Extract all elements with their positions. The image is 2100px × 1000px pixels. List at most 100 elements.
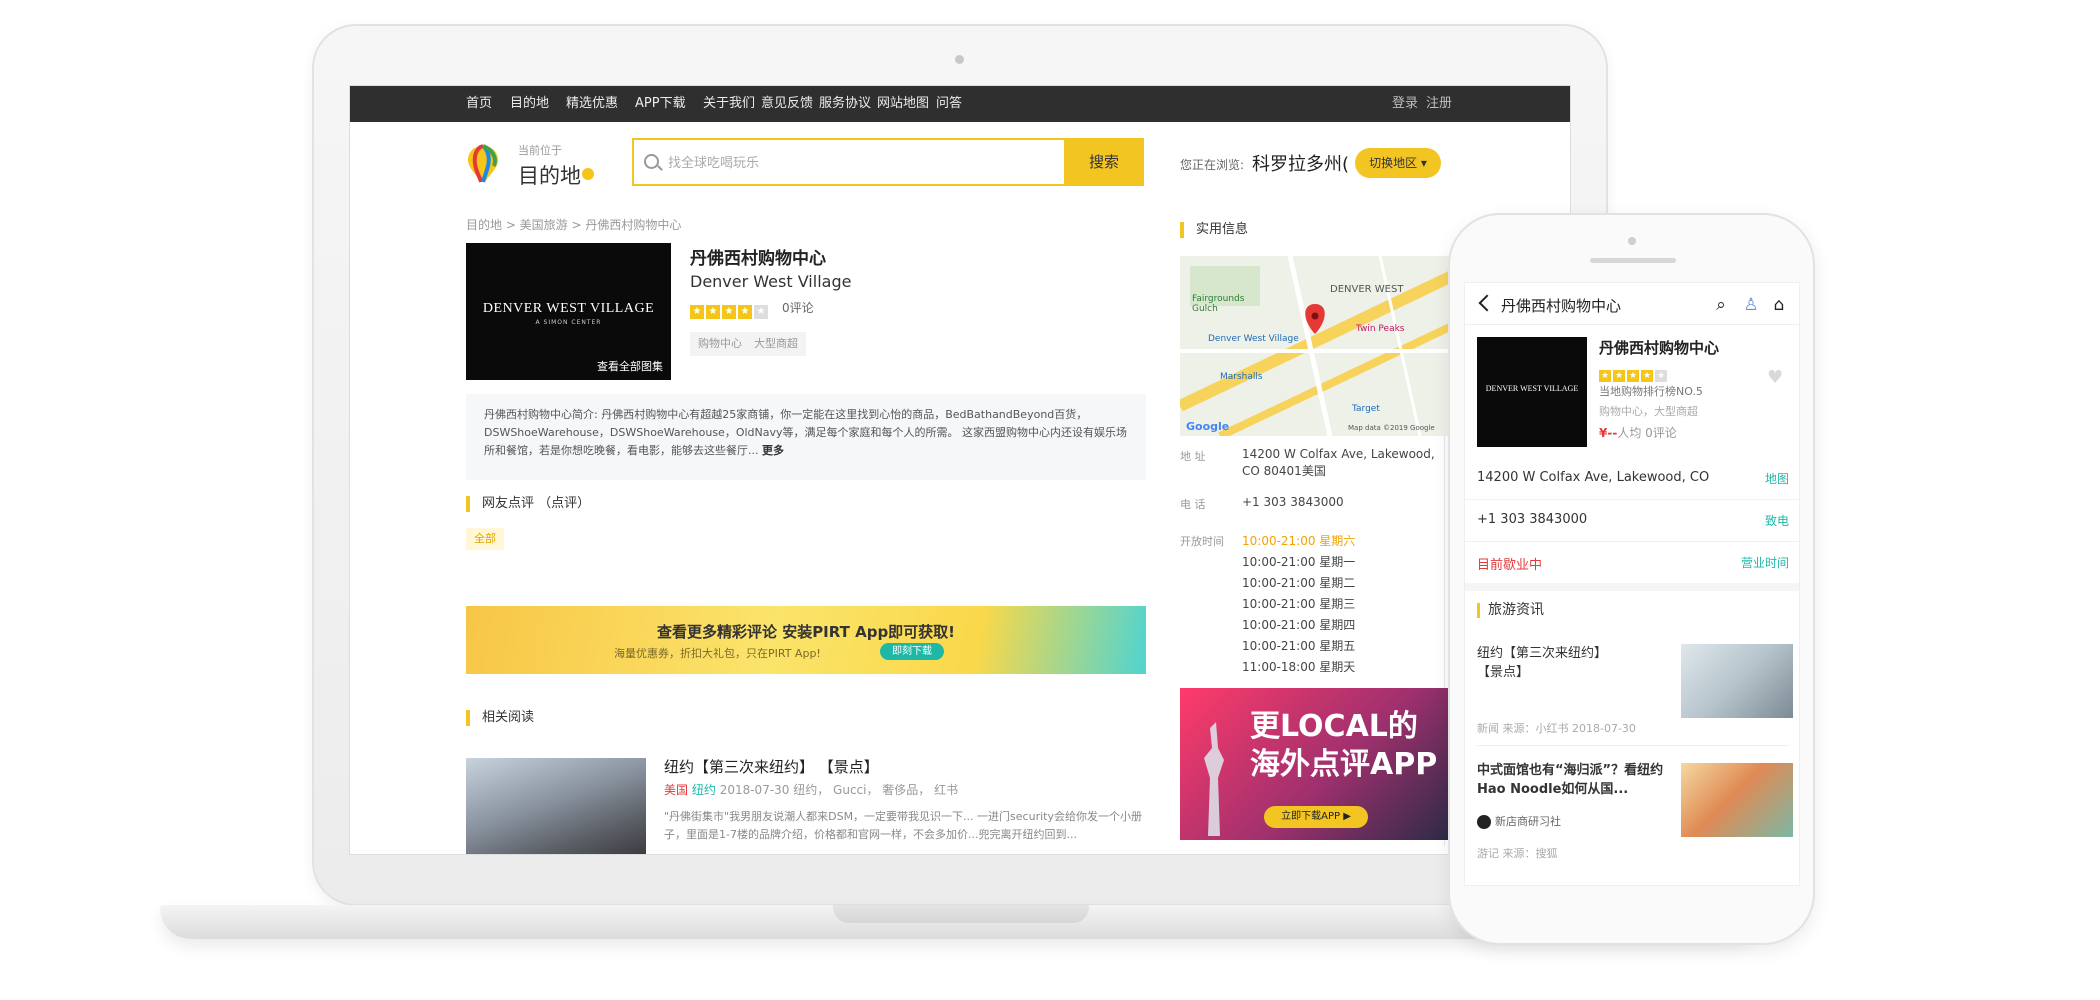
phone-value: +1 303 3843000 (1242, 495, 1344, 509)
map-label-target: Target (1352, 404, 1380, 414)
article-city[interactable]: 纽约 (692, 783, 716, 797)
star-empty-icon: ★ (1655, 370, 1667, 382)
nav-item-sitemap[interactable]: 网站地图 (877, 86, 929, 122)
hours-row: 10:00-21:00 星期二 (1242, 576, 1356, 590)
nav-item-feedback[interactable]: 意见反馈 (761, 86, 813, 122)
laptop-screen: 首页 目的地 精选优惠 APP下载 关于我们 意见反馈 服务协议 网站地图 问答… (349, 85, 1571, 855)
login-link[interactable]: 登录 (1392, 86, 1418, 122)
star-icon: ★ (706, 305, 720, 319)
news-1-meta: 新闻 来源：小红书 2018-07-30 (1477, 722, 1636, 735)
business-status: 目前歇业中 (1477, 558, 1543, 573)
user-icon[interactable]: ♙ (1741, 295, 1761, 315)
phone-store-image[interactable]: DENVER WEST VILLAGE (1477, 337, 1587, 447)
phone-address: 14200 W Colfax Ave, Lakewood, CO (1477, 470, 1710, 485)
laptop-notch (833, 905, 1089, 923)
hours-row: 10:00-21:00 星期四 (1242, 618, 1356, 632)
store-image-brand: DENVER WEST VILLAGE (482, 301, 655, 316)
store-image-brand-sub: A SIMON CENTER (535, 319, 602, 326)
google-logo: Google (1186, 420, 1230, 433)
location-title[interactable]: 目的地 (518, 160, 581, 190)
nav-item-qa[interactable]: 问答 (936, 86, 962, 122)
ad-title: 更LOCAL的海外点评APP (1250, 709, 1438, 782)
hours-row: 10:00-21:00 星期五 (1242, 639, 1356, 653)
map-label-marshalls: Marshalls (1220, 372, 1263, 382)
top-nav-bar: 首页 目的地 精选优惠 APP下载 关于我们 意见反馈 服务协议 网站地图 问答… (350, 86, 1570, 122)
address-value: 14200 W Colfax Ave, Lakewood, CO 80401美国 (1242, 447, 1435, 478)
map-label-fairgrounds: Fairgrounds Gulch (1192, 294, 1245, 314)
star-icon: ★ (1599, 370, 1611, 382)
address-label: 地 址 (1180, 450, 1206, 463)
nav-item-home[interactable]: 首页 (466, 86, 492, 122)
news-2-thumbnail[interactable] (1681, 763, 1793, 837)
app-promo-banner[interactable]: 查看更多精彩评论 安装PIRT App即可获取! 海量优惠券，折扣大礼包，只在P… (466, 606, 1146, 674)
hours-row: 10:00-21:00 星期三 (1242, 597, 1356, 611)
hours-link[interactable]: 营业时间 (1741, 554, 1789, 571)
article-title[interactable]: 纽约【第三次来纽约】 【景点】 (664, 756, 879, 777)
switch-region-button[interactable]: 切换地区 ▾ (1355, 148, 1441, 178)
nav-item-app-download[interactable]: APP下载 (635, 86, 686, 122)
nav-item-about[interactable]: 关于我们 (703, 86, 755, 122)
article-country[interactable]: 美国 (664, 783, 688, 797)
star-icon: ★ (1613, 370, 1625, 382)
store-image[interactable]: DENVER WEST VILLAGE A SIMON CENTER 查看全部图… (466, 243, 671, 380)
phone-store-rank[interactable]: 当地购物排行榜NO.5 (1599, 383, 1703, 399)
call-link[interactable]: 致电 (1765, 512, 1789, 529)
phone-screen: 丹佛西村购物中心 ⌕ ♙ ⌂ DENVER WEST VILLAGE 丹佛西村购… (1464, 282, 1800, 886)
news-1-title[interactable]: 纽约【第三次来纽约】 【景点】 (1477, 644, 1621, 682)
article-thumbnail[interactable] (466, 758, 646, 854)
news-2-title[interactable]: 中式面馆也有“海归派”？看纽约Hao Noodle如何从国... (1477, 761, 1677, 799)
phone-rating-stars: ★ ★ ★ ★ ★ (1599, 363, 1669, 382)
ad-download-button[interactable]: 立即下载APP ▶ (1264, 806, 1368, 828)
intro-more-link[interactable]: 更多 (762, 444, 784, 457)
search-icon[interactable]: ⌕ (1711, 295, 1731, 315)
nav-item-terms[interactable]: 服务协议 (819, 86, 871, 122)
nav-item-destination[interactable]: 目的地 (510, 86, 549, 122)
news-heading: 旅游资讯 (1477, 603, 1544, 618)
browsing-city: 科罗拉多州( (1252, 154, 1350, 175)
phone-store-name: 丹佛西村购物中心 (1599, 339, 1720, 357)
map-label-denver-west: DENVER WEST (1330, 284, 1404, 295)
favorite-heart-icon[interactable]: ♥ (1767, 367, 1783, 388)
news-2-meta: 游记 来源：搜狐 (1477, 847, 1558, 860)
home-icon[interactable]: ⌂ (1769, 295, 1789, 315)
breadcrumb[interactable]: 目的地 > 美国旅游 > 丹佛西村购物中心 (466, 216, 681, 233)
filter-all-chip[interactable]: 全部 (466, 528, 504, 550)
banner-download-button[interactable]: 即刻下载 (880, 643, 944, 660)
app-ad-banner[interactable]: 更LOCAL的海外点评APP 立即下载APP ▶ (1180, 688, 1452, 840)
article-meta: 美国 纽约 2018-07-30 纽约， Gucci， 奢侈品， 红书 (664, 781, 958, 798)
map-link[interactable]: 地图 (1765, 470, 1789, 487)
store-title: 丹佛西村购物中心 (690, 249, 826, 269)
nav-item-deals[interactable]: 精选优惠 (566, 86, 618, 122)
map-label-twin-peaks: Twin Peaks (1356, 324, 1405, 334)
tag-shopping-center[interactable]: 购物中心 (690, 332, 750, 356)
hours-row: 11:00-18:00 星期天 (1242, 660, 1356, 674)
search-button[interactable]: 搜索 (1064, 138, 1144, 186)
news-1-thumbnail[interactable] (1681, 644, 1793, 718)
phone-address-row[interactable]: 14200 W Colfax Ave, Lakewood, CO 地图 (1465, 458, 1799, 500)
star-icon: ★ (738, 305, 752, 319)
news-2-source-name: 新店商研习社 (1495, 815, 1561, 828)
browsing-label: 您正在浏览: (1180, 158, 1245, 172)
article-meta-rest: 2018-07-30 纽约， Gucci， 奢侈品， 红书 (719, 783, 959, 797)
star-icon: ★ (1641, 370, 1653, 382)
banner-subtitle: 海量优惠券，折扣大礼包，只在PIRT App! (614, 647, 821, 660)
register-link[interactable]: 注册 (1426, 86, 1452, 122)
phone-store-categories: 购物中心，大型商超 (1599, 405, 1698, 418)
hours-row: 10:00-21:00 星期一 (1242, 555, 1356, 569)
phone-phone-row[interactable]: +1 303 3843000 致电 (1465, 500, 1799, 542)
store-title-en: Denver West Village (690, 272, 852, 291)
back-arrow-icon[interactable] (1478, 294, 1496, 312)
location-map[interactable]: DENVER WEST Fairgrounds Gulch Denver Wes… (1180, 256, 1452, 436)
search-placeholder: 找全球吃喝玩乐 (668, 156, 760, 171)
balloon-logo-icon[interactable] (466, 144, 500, 186)
store-intro: 丹佛西村购物中心简介: 丹佛西村购物中心有超越25家商铺，你一定能在这里找到心怡… (466, 394, 1146, 480)
review-count[interactable]: 0评论 (782, 299, 814, 316)
tag-supermarket[interactable]: 大型商超 (746, 332, 806, 356)
star-icon: ★ (1627, 370, 1639, 382)
phone-status-row[interactable]: 目前歇业中 营业时间 (1465, 542, 1799, 584)
article-excerpt: "丹佛街集市"我男朋友说潮人都来DSM，一定要带我见识一下... 一进门secu… (664, 810, 1142, 841)
practical-info-heading: 实用信息 (1180, 222, 1248, 238)
view-gallery-link[interactable]: 查看全部图集 (597, 358, 663, 374)
news-2-source: 新店商研习社 (1477, 813, 1561, 829)
phone-store-price: ¥--人均 0评论 (1599, 424, 1677, 441)
